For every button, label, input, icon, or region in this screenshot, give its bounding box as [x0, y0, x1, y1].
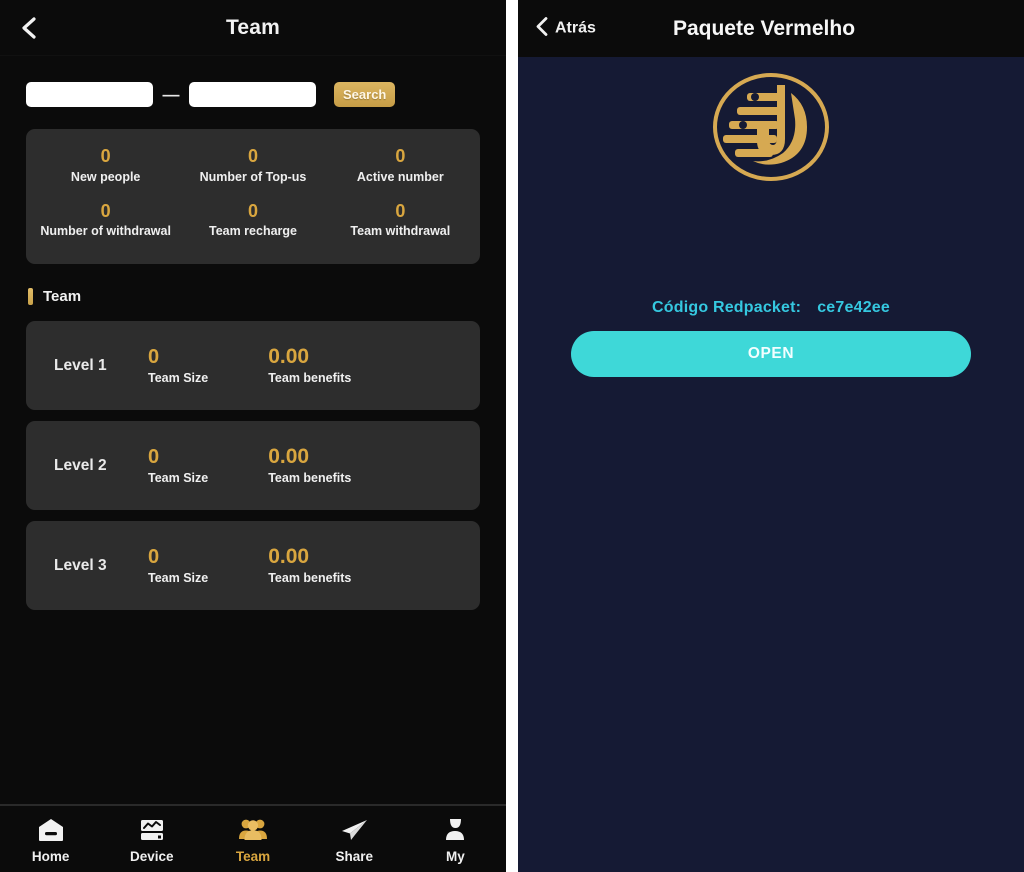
level-team-size: 0 Team Size: [148, 547, 208, 585]
user-profile-icon: [441, 815, 469, 843]
metric-value: 0.00: [268, 345, 310, 368]
date-range-search-row: — Search: [0, 56, 506, 107]
tab-label: Team: [235, 848, 271, 864]
share-paper-plane-icon: [339, 815, 369, 843]
stat-label: Number of withdrawal: [40, 224, 171, 238]
tab-label: Home: [31, 848, 70, 864]
metric-value: 0: [148, 445, 160, 468]
level-team-benefits: 0.00 Team benefits: [268, 546, 351, 585]
redpacket-code-label: Código Redpacket:: [652, 299, 802, 316]
metric-label: Team benefits: [268, 471, 352, 485]
level-row[interactable]: Level 2 0 Team Size 0.00 Team benefits: [26, 421, 480, 510]
level-team-size: 0 Team Size: [148, 447, 208, 485]
level-team-benefits: 0.00 Team benefits: [268, 446, 351, 485]
dual-phone-screenshot: Team — Search 0 New people 0 Number of T…: [0, 0, 1024, 872]
tab-home[interactable]: Home: [0, 815, 101, 864]
stat-value: 0: [395, 200, 406, 221]
level-team-size: 0 Team Size: [148, 347, 208, 385]
chevron-left-icon: [21, 16, 37, 40]
tab-device[interactable]: Device: [101, 815, 202, 864]
metric-value: 0.00: [268, 445, 310, 468]
metric-label: Team benefits: [268, 371, 352, 385]
level-team-benefits: 0.00 Team benefits: [268, 346, 351, 385]
redpacket-code-value: ce7e42ee: [817, 299, 890, 316]
home-icon: [37, 815, 65, 843]
stat-team-recharge: 0 Team recharge: [179, 200, 326, 239]
tab-my[interactable]: My: [405, 815, 506, 864]
stat-number-of-topups: 0 Number of Top-us: [179, 145, 326, 184]
team-people-icon: [238, 815, 268, 843]
stat-number-of-withdrawal: 0 Number of withdrawal: [32, 200, 179, 239]
stat-value: 0: [395, 146, 406, 166]
search-from-input[interactable]: [26, 82, 153, 107]
stat-value: 0: [247, 200, 258, 221]
metric-label: Team Size: [148, 570, 209, 585]
brand-logo-wrap: [518, 63, 1024, 191]
redpacket-code-row: Código Redpacket: ce7e42ee: [518, 299, 1024, 317]
level-row[interactable]: Level 1 0 Team Size 0.00 Team benefits: [26, 321, 480, 410]
level-row[interactable]: Level 3 0 Team Size 0.00 Team benefits: [26, 521, 480, 610]
chevron-left-icon: [536, 16, 549, 41]
stat-new-people: 0 New people: [32, 145, 179, 184]
metric-value: 0: [148, 345, 160, 368]
metric-label: Team Size: [148, 470, 209, 485]
stat-label: Team withdrawal: [350, 224, 451, 238]
metric-label: Team benefits: [268, 571, 352, 585]
metric-label: Team Size: [148, 370, 209, 385]
level-name: Level 2: [54, 456, 107, 474]
stat-label: Active number: [356, 169, 444, 184]
redpacket-screen: Atrás Paquete Vermelho Código Redpacket:…: [518, 0, 1024, 872]
tab-label: Share: [335, 848, 373, 864]
stat-value: 0: [100, 146, 111, 166]
tab-share[interactable]: Share: [304, 815, 405, 864]
team-levels-list: Level 1 0 Team Size 0.00 Team benefits L…: [26, 321, 480, 610]
team-screen: Team — Search 0 New people 0 Number of T…: [0, 0, 506, 872]
back-button[interactable]: [18, 16, 40, 40]
panel-divider: [506, 0, 518, 872]
team-section-header: Team: [28, 288, 506, 305]
metric-value: 0: [148, 545, 160, 568]
back-button[interactable]: Atrás: [536, 16, 596, 41]
bottom-tab-bar: Home Device Team Share My: [0, 804, 506, 872]
stat-label: Team recharge: [208, 224, 297, 238]
level-name: Level 3: [54, 556, 107, 574]
search-to-input[interactable]: [189, 82, 316, 107]
brand-u-circle-logo: [707, 63, 835, 191]
stat-active-number: 0 Active number: [327, 145, 474, 184]
open-redpacket-button[interactable]: OPEN: [571, 331, 971, 377]
tab-team[interactable]: Team: [202, 815, 303, 864]
page-title: Team: [225, 15, 281, 39]
section-accent-bar: [28, 288, 33, 305]
metric-value: 0.00: [268, 545, 310, 568]
back-label: Atrás: [555, 19, 596, 37]
tab-label: My: [446, 848, 465, 864]
right-header: Atrás Paquete Vermelho: [518, 0, 1024, 57]
search-button[interactable]: Search: [334, 82, 396, 107]
team-stats-grid: 0 New people 0 Number of Top-us 0 Active…: [32, 145, 474, 238]
level-name: Level 1: [54, 356, 107, 374]
stat-label: New people: [70, 169, 141, 184]
team-stats-card: 0 New people 0 Number of Top-us 0 Active…: [26, 129, 480, 264]
section-title: Team: [43, 288, 82, 305]
device-chart-icon: [138, 815, 166, 843]
left-header: Team: [0, 0, 506, 56]
range-separator: —: [162, 84, 180, 104]
stat-value: 0: [100, 200, 111, 221]
stat-label: Number of Top-us: [199, 169, 307, 184]
tab-label: Device: [130, 848, 174, 864]
stat-team-withdrawal: 0 Team withdrawal: [327, 200, 474, 239]
stat-value: 0: [247, 146, 258, 166]
